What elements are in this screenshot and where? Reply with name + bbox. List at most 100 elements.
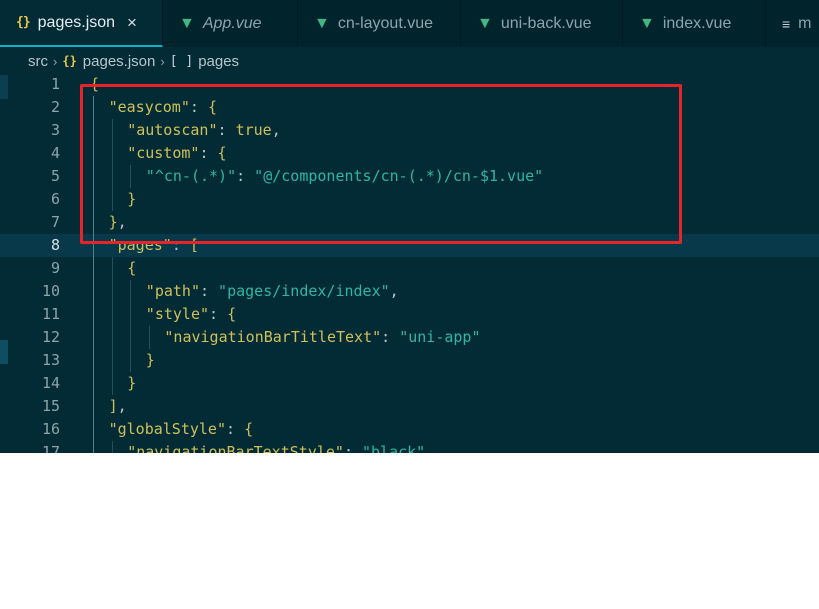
json-icon: {} (16, 15, 31, 30)
tab-label: m (798, 14, 812, 32)
code-text: } (146, 349, 155, 372)
line-number: 8 (50, 236, 60, 254)
tab-label: index.vue (662, 14, 732, 32)
code-token: } (145, 351, 155, 369)
code-token: "navigationBarTitleText" (164, 328, 382, 346)
code-token: , (117, 397, 127, 415)
indent-guide (130, 349, 132, 372)
indent-guide (111, 372, 113, 395)
code-token: "globalStyle" (108, 420, 226, 438)
line-number: 7 (50, 213, 60, 231)
code-editor[interactable]: {} pages.json × ▼ App.vue ▼ cn-layout.vue ▼ uni-… (0, 0, 819, 453)
tab-label: cn-layout.vue (337, 14, 434, 32)
indent-guide (93, 280, 94, 303)
chevron-right-icon: › (160, 53, 165, 69)
code-text: "navigationBarTitleText": "uni-app" (164, 326, 480, 349)
line-number: 4 (50, 144, 60, 162)
code-line[interactable]: 17 "navigationBarTextStyle": "black", (0, 441, 819, 453)
line-number: 12 (41, 328, 60, 346)
code-token: "navigationBarTextStyle" (127, 443, 344, 453)
indent-guide (111, 280, 113, 303)
code-token: : (209, 305, 228, 323)
chevron-right-icon: › (53, 53, 58, 69)
code-text: "navigationBarTextStyle": "black", (127, 441, 434, 453)
code-token: , (425, 443, 435, 453)
breadcrumb-file[interactable]: pages.json (83, 53, 156, 70)
code-line[interactable]: 14} (0, 372, 819, 395)
tab-app-vue[interactable]: ▼ App.vue (163, 0, 298, 47)
breadcrumb-symbol[interactable]: pages (198, 53, 239, 70)
line-number: 5 (50, 167, 60, 185)
annotation-highlight-box (80, 84, 682, 244)
breadcrumb: src › {} pages.json › [ ] pages (0, 47, 819, 75)
vue-icon: ▼ (314, 14, 330, 32)
indent-guide (111, 441, 113, 453)
code-token: "style" (145, 305, 210, 323)
vue-icon: ▼ (477, 14, 493, 32)
indent-guide (93, 303, 94, 326)
code-token: "uni-app" (399, 328, 481, 346)
code-token: { (127, 259, 137, 277)
code-token: , (389, 282, 399, 300)
indent-guide (111, 303, 113, 326)
indent-guide (93, 372, 94, 395)
code-line[interactable]: 13} (0, 349, 819, 372)
tab-uni-back-vue[interactable]: ▼ uni-back.vue (461, 0, 623, 47)
line-number: 15 (41, 397, 60, 415)
tab-index-vue[interactable]: ▼ index.vue (623, 0, 766, 47)
close-icon[interactable]: × (127, 13, 143, 33)
tab-m[interactable]: ≡ m (766, 0, 819, 47)
code-line[interactable]: 9{ (0, 257, 819, 280)
editor-tab-bar: {} pages.json × ▼ App.vue ▼ cn-layout.vue ▼ uni-… (0, 0, 819, 47)
line-number: 11 (41, 305, 60, 323)
code-token: "pages/index/index" (218, 282, 390, 300)
line-number: 14 (41, 374, 60, 392)
tab-pages-json[interactable]: {} pages.json × (0, 0, 163, 47)
breadcrumb-folder[interactable]: src (28, 53, 48, 70)
indent-guide (93, 441, 94, 453)
code-token: : (343, 443, 362, 453)
code-token: : (381, 328, 400, 346)
indent-guide (93, 418, 94, 441)
code-line[interactable]: 16 "globalStyle": { (0, 418, 819, 441)
code-text: } (127, 372, 136, 395)
code-text: { (127, 257, 136, 280)
line-number: 6 (50, 190, 60, 208)
line-number: 17 (41, 443, 60, 453)
line-number: 16 (41, 420, 60, 438)
indent-guide (111, 349, 113, 372)
code-token: "path" (145, 282, 200, 300)
tab-label: uni-back.vue (500, 14, 592, 32)
tab-cn-layout-vue[interactable]: ▼ cn-layout.vue (298, 0, 461, 47)
indent-guide (93, 326, 94, 349)
code-text: ], (109, 395, 127, 418)
indent-guide (93, 349, 94, 372)
code-line[interactable]: 10 "path": "pages/index/index", (0, 280, 819, 303)
indent-guide (130, 326, 132, 349)
code-line[interactable]: 12 "navigationBarTitleText": "uni-app" (0, 326, 819, 349)
code-text: "style": { (146, 303, 236, 326)
code-line[interactable]: 11 "style": { (0, 303, 819, 326)
code-text: "path": "pages/index/index", (146, 280, 399, 303)
line-number: 10 (41, 282, 60, 300)
code-token: : (226, 420, 245, 438)
code-token: { (227, 305, 237, 323)
code-token: { (244, 420, 254, 438)
code-token: } (127, 374, 137, 392)
line-number: 1 (50, 75, 60, 93)
tab-label: App.vue (202, 14, 262, 32)
indent-guide (93, 257, 94, 280)
array-symbol-icon: [ ] (169, 53, 194, 69)
line-number: 9 (50, 259, 60, 277)
code-text: "globalStyle": { (109, 418, 254, 441)
indent-guide (111, 257, 113, 280)
tab-label: pages.json (37, 13, 116, 31)
indent-guide (93, 395, 94, 418)
line-number: 2 (50, 98, 60, 116)
indent-guide (148, 326, 150, 349)
line-number: 3 (50, 121, 60, 139)
code-token: : (199, 282, 219, 300)
indent-guide (130, 303, 132, 326)
vue-icon: ▼ (179, 14, 195, 32)
code-line[interactable]: 15], (0, 395, 819, 418)
